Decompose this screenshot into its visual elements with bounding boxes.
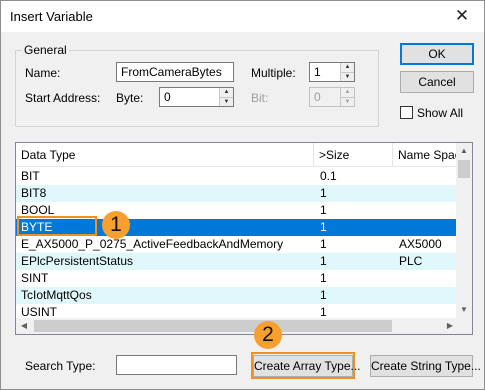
spin-down-icon[interactable]: ▼ — [341, 72, 354, 81]
highlight-create-array-button — [251, 352, 355, 379]
horizontal-scroll-thumb[interactable] — [34, 320, 392, 332]
cell-namespace — [399, 270, 457, 287]
column-header-size[interactable]: >Size — [314, 143, 392, 167]
table-row[interactable]: EPlcPersistentStatus 1 PLC — [16, 253, 458, 270]
cell-size: 1 — [320, 254, 327, 268]
insert-variable-dialog: Insert Variable ✕ General Name: FromCame… — [0, 0, 485, 390]
scroll-left-icon[interactable]: ◀ — [16, 318, 32, 334]
general-legend: General — [24, 43, 67, 57]
show-all-checkbox[interactable] — [400, 106, 413, 119]
byte-stepper-arrows[interactable]: ▲ ▼ — [219, 88, 233, 106]
annotation-badge-2: 2 — [254, 321, 282, 349]
cell-size: 1 — [320, 186, 327, 200]
name-label: Name: — [25, 66, 61, 80]
table-row[interactable]: E_AX5000_P_0275_ActiveFeedbackAndMemory 1… — [16, 236, 458, 253]
cell-size: 1 — [320, 220, 327, 234]
spin-down-icon: ▼ — [341, 97, 354, 106]
vertical-scroll-thumb[interactable] — [458, 160, 470, 178]
cell-namespace — [399, 219, 457, 236]
cell-namespace: PLC — [399, 254, 423, 268]
data-type-list[interactable]: Data Type >Size Name Spac BIT 0.1 BIT8 1 BOO… — [15, 142, 473, 335]
list-rows: BIT 0.1 BIT8 1 BOOL 1 BYTE 1 E_AX5000_P_0275_Act… — [16, 168, 458, 321]
spin-up-icon[interactable]: ▲ — [220, 88, 233, 97]
cell-namespace — [399, 287, 457, 304]
multiple-label: Multiple: — [251, 66, 296, 80]
annotation-badge-1: 1 — [102, 211, 130, 239]
spin-up-icon: ▲ — [341, 88, 354, 97]
cell-data-type: TcIotMqttQos — [21, 288, 92, 302]
byte-value: 0 — [164, 90, 171, 104]
cell-data-type: E_AX5000_P_0275_ActiveFeedbackAndMemory — [21, 237, 284, 251]
start-address-label: Start Address: — [25, 91, 101, 105]
cell-namespace — [399, 202, 457, 219]
close-icon[interactable]: ✕ — [448, 5, 476, 27]
table-row[interactable]: BIT 0.1 — [16, 168, 458, 185]
cell-size: 1 — [320, 271, 327, 285]
title-bar: Insert Variable ✕ — [1, 1, 484, 32]
cell-size: 1 — [320, 288, 327, 302]
cell-data-type: SINT — [21, 271, 49, 285]
cell-data-type: BIT8 — [21, 186, 47, 200]
scrollbar-corner — [456, 318, 472, 334]
bit-value: 0 — [314, 90, 321, 104]
spin-up-icon[interactable]: ▲ — [341, 63, 354, 72]
vertical-scrollbar[interactable]: ▲ ▼ — [456, 143, 472, 318]
cell-namespace — [399, 185, 457, 202]
scroll-down-icon[interactable]: ▼ — [456, 302, 472, 318]
create-string-type-button[interactable]: Create String Type... — [370, 355, 481, 377]
table-row[interactable]: BIT8 1 — [16, 185, 458, 202]
window-title: Insert Variable — [10, 9, 93, 24]
general-group: General — [15, 43, 379, 127]
list-header: Data Type >Size Name Spac — [16, 143, 458, 167]
cancel-button[interactable]: Cancel — [400, 71, 474, 93]
bit-stepper: 0 ▲ ▼ — [309, 87, 355, 107]
byte-stepper[interactable]: 0 ▲ ▼ — [159, 87, 234, 107]
highlight-byte-row — [17, 216, 97, 236]
bit-stepper-arrows: ▲ ▼ — [340, 88, 354, 106]
cell-size: 1 — [320, 237, 327, 251]
multiple-stepper[interactable]: 1 ▲ ▼ — [309, 62, 355, 82]
cell-namespace: AX5000 — [399, 237, 442, 251]
byte-label: Byte: — [116, 91, 144, 105]
cell-data-type: BIT — [21, 169, 40, 183]
multiple-value: 1 — [314, 65, 321, 79]
cell-data-type: EPlcPersistentStatus — [21, 254, 134, 268]
cell-namespace — [399, 168, 457, 185]
search-type-input[interactable] — [116, 355, 237, 375]
cell-size: 0.1 — [320, 169, 337, 183]
show-all-label[interactable]: Show All — [417, 106, 463, 120]
bit-label: Bit: — [251, 91, 269, 105]
name-input-value: FromCameraBytes — [121, 65, 222, 79]
ok-button[interactable]: OK — [400, 43, 474, 65]
spin-down-icon[interactable]: ▼ — [220, 97, 233, 106]
scroll-up-icon[interactable]: ▲ — [456, 143, 472, 159]
search-type-label: Search Type: — [25, 359, 96, 373]
column-header-namespace[interactable]: Name Spac — [393, 143, 458, 167]
cell-size: 1 — [320, 203, 327, 217]
table-row[interactable]: SINT 1 — [16, 270, 458, 287]
column-header-data-type[interactable]: Data Type — [16, 143, 313, 167]
name-input[interactable]: FromCameraBytes — [116, 62, 234, 82]
horizontal-scrollbar[interactable]: ◀ ▶ — [16, 318, 458, 334]
table-row[interactable]: TcIotMqttQos 1 — [16, 287, 458, 304]
multiple-stepper-arrows[interactable]: ▲ ▼ — [340, 63, 354, 81]
